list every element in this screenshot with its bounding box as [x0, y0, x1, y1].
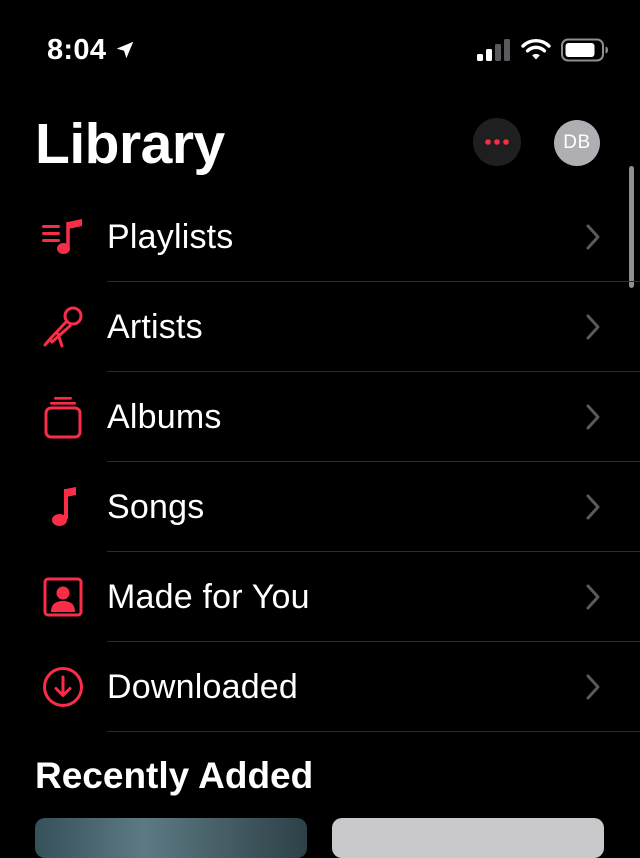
library-item-downloaded[interactable]: Downloaded: [0, 642, 640, 732]
more-options-button[interactable]: [473, 118, 521, 166]
library-item-songs[interactable]: Songs: [0, 462, 640, 552]
library-item-playlists[interactable]: Playlists: [0, 192, 640, 282]
wifi-icon: [521, 39, 551, 60]
playlist-icon: [40, 214, 86, 260]
status-time-group: 8:04: [47, 33, 136, 67]
battery-icon: [561, 38, 608, 62]
library-item-label: Songs: [107, 487, 205, 526]
download-circle-icon: [40, 664, 86, 710]
recently-added-title: Recently Added: [35, 755, 314, 796]
library-item-label: Albums: [107, 397, 222, 436]
chevron-right-icon: [586, 404, 600, 430]
ellipsis-icon: [485, 139, 509, 145]
chevron-right-icon: [586, 584, 600, 610]
library-item-label: Artists: [107, 307, 203, 346]
chevron-right-icon: [586, 314, 600, 340]
microphone-icon: [40, 304, 86, 350]
library-item-artists[interactable]: Artists: [0, 282, 640, 372]
library-item-label: Made for You: [107, 577, 310, 616]
status-time: 8:04: [47, 33, 107, 66]
recently-added-album-artwork[interactable]: [332, 818, 604, 858]
album-stack-icon: [40, 394, 86, 440]
chevron-right-icon: [586, 224, 600, 250]
library-item-albums[interactable]: Albums: [0, 372, 640, 462]
person-square-icon: [40, 574, 86, 620]
page-title: Library: [35, 112, 225, 176]
library-item-label: Downloaded: [107, 667, 299, 706]
library-list: Playlists Artists Albums Songs Made for …: [0, 192, 640, 732]
row-divider: [107, 731, 640, 732]
library-item-made-for-you[interactable]: Made for You: [0, 552, 640, 642]
account-avatar[interactable]: DB: [554, 120, 600, 166]
music-note-icon: [40, 484, 86, 530]
library-item-label: Playlists: [107, 217, 234, 256]
cellular-signal-icon: [477, 39, 510, 61]
chevron-right-icon: [586, 494, 600, 520]
location-arrow-icon: [117, 41, 134, 59]
chevron-right-icon: [586, 674, 600, 700]
recently-added-album-artwork[interactable]: [35, 818, 307, 858]
status-bar: 8:04: [0, 0, 640, 100]
